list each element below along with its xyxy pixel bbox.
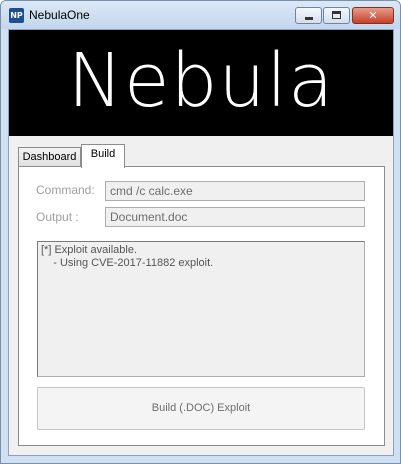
maximize-button[interactable] xyxy=(323,7,350,24)
output-field[interactable]: Document.doc xyxy=(105,207,365,227)
log-line: [*] Exploit available. xyxy=(41,244,137,256)
maximize-icon xyxy=(332,11,341,19)
app-icon: NP xyxy=(9,8,24,23)
banner: Nebula xyxy=(9,30,393,136)
close-button[interactable]: ✕ xyxy=(352,7,394,24)
minimize-button[interactable] xyxy=(295,7,322,24)
window-title: NebulaOne xyxy=(29,8,90,22)
app-window: NP NebulaOne ✕ Nebula Dashboard Build Co… xyxy=(0,0,401,464)
banner-logo-text: Nebula xyxy=(67,38,335,124)
client-area: Nebula Dashboard Build Command: cmd /c c… xyxy=(8,29,394,456)
build-tab-panel: Command: cmd /c calc.exe Output : Docume… xyxy=(18,166,385,446)
build-exploit-button[interactable]: Build (.DOC) Exploit xyxy=(37,387,365,430)
command-field[interactable]: cmd /c calc.exe xyxy=(105,181,365,201)
title-bar[interactable]: NP NebulaOne ✕ xyxy=(1,1,400,29)
log-textarea[interactable]: [*] Exploit available. - Using CVE-2017-… xyxy=(37,241,365,377)
tab-build[interactable]: Build xyxy=(81,144,125,168)
close-icon: ✕ xyxy=(368,9,378,22)
tab-dashboard[interactable]: Dashboard xyxy=(18,147,81,167)
minimize-icon xyxy=(305,17,313,20)
command-label: Command: xyxy=(36,183,95,197)
output-label: Output : xyxy=(36,210,79,224)
log-line: - Using CVE-2017-11882 exploit. xyxy=(41,257,214,269)
